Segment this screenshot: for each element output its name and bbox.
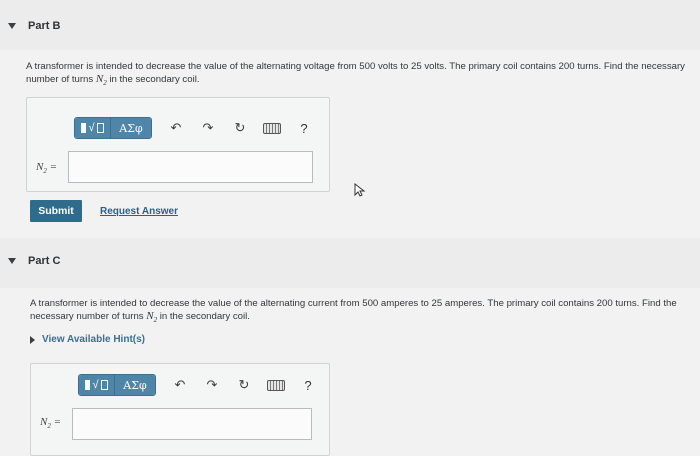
collapse-triangle-icon [8,23,16,29]
part-b-answer-input[interactable] [68,151,313,183]
sqrt-template-icon: √ [81,122,104,134]
keyboard-icon[interactable] [262,118,282,138]
collapse-triangle-icon [8,258,16,264]
part-b-title: Part B [28,20,61,32]
math-tool-group: √ ΑΣφ [74,117,152,139]
part-c-problem-tail: in the secondary coil. [157,311,250,322]
part-c-toolbar: √ ΑΣφ ↶ ↷ ↻ ? [78,374,330,396]
part-c-answer-label: N2 = [40,416,62,431]
templates-button[interactable]: √ [75,118,111,138]
part-b-header[interactable]: Part B [8,20,60,32]
part-c-problem-text: A transformer is intended to decrease th… [30,298,677,322]
redo-icon[interactable]: ↷ [202,375,222,395]
help-icon[interactable]: ? [298,375,318,395]
hint-label: View Available Hint(s) [42,334,145,345]
greek-symbols-button[interactable]: ΑΣφ [111,118,151,138]
reset-icon[interactable]: ↻ [230,118,250,138]
part-c-answer-input[interactable] [72,408,312,440]
keyboard-icon[interactable] [266,375,286,395]
part-c-header-band [0,238,700,288]
part-b-toolbar: √ ΑΣφ ↶ ↷ ↻ ? [74,117,326,139]
math-tool-group: √ ΑΣφ [78,374,156,396]
part-b-header-band [0,0,700,50]
sqrt-template-icon: √ [85,379,108,391]
part-b-answer-label: N2 = [36,161,58,176]
undo-icon[interactable]: ↶ [166,118,186,138]
part-b-problem-tail: in the secondary coil. [106,74,200,85]
templates-button[interactable]: √ [79,375,115,395]
undo-icon[interactable]: ↶ [170,375,190,395]
part-c-problem: A transformer is intended to decrease th… [30,298,694,326]
submit-button[interactable]: Submit [30,200,82,222]
part-b-problem: A transformer is intended to decrease th… [26,61,694,89]
expand-triangle-icon [30,335,35,344]
part-c-problem-var: N2 [146,310,158,325]
part-b-problem-var: N2 [95,73,107,88]
request-answer-link[interactable]: Request Answer [100,206,178,217]
part-c-header[interactable]: Part C [8,255,60,267]
reset-icon[interactable]: ↻ [234,375,254,395]
greek-symbols-button[interactable]: ΑΣφ [115,375,155,395]
help-icon[interactable]: ? [294,118,314,138]
part-c-title: Part C [28,255,61,267]
redo-icon[interactable]: ↷ [198,118,218,138]
view-hints-toggle[interactable]: View Available Hint(s) [30,334,145,345]
mouse-cursor-icon [354,183,366,197]
